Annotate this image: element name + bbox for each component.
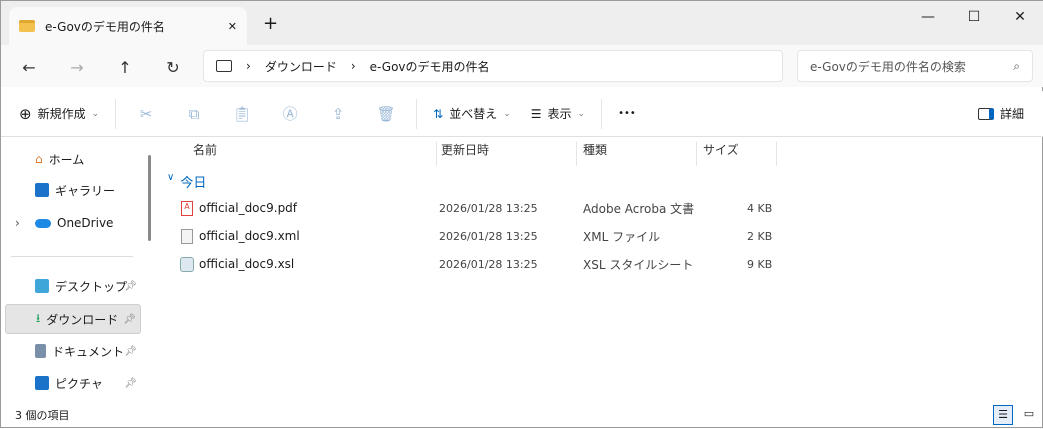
title-bar: e-Govのデモ用の件名 ✕ + — ☐ ✕ <box>1 1 1043 45</box>
back-button[interactable]: ← <box>13 53 45 81</box>
delete-icon[interactable]: 🗑︎ <box>362 105 410 123</box>
tab-current[interactable]: e-Govのデモ用の件名 ✕ <box>9 7 247 45</box>
tab-close-button[interactable]: ✕ <box>228 20 237 33</box>
chevron-down-icon: ⌄ <box>91 108 100 119</box>
sidebar-item-documents[interactable]: ドキュメント 📌︎ <box>5 336 141 366</box>
sort-button[interactable]: ⇅ 並べ替え ⌄ <box>423 98 521 130</box>
column-header-date[interactable]: 更新日時 <box>437 142 577 166</box>
chevron-right-icon[interactable]: › <box>15 216 20 230</box>
sidebar-scrollbar[interactable] <box>148 155 151 241</box>
up-button[interactable]: ↑ <box>109 53 141 81</box>
text-file-icon <box>181 228 193 244</box>
file-row[interactable]: official_doc9.xsl 2026/01/28 13:25 XSL ス… <box>177 250 797 278</box>
column-header-size[interactable]: サイズ <box>699 142 777 166</box>
search-icon: ⌕ <box>1013 58 1020 73</box>
computer-icon <box>216 60 232 72</box>
details-label: 詳細 <box>999 107 1024 121</box>
address-bar[interactable]: › ダウンロード › e-Govのデモ用の件名 <box>203 50 783 82</box>
breadcrumb-downloads[interactable]: ダウンロード <box>265 58 337 75</box>
list-view-icon: ☰ <box>530 106 542 121</box>
pin-icon: 📌︎ <box>124 377 137 389</box>
sort-label: 並べ替え <box>449 107 498 121</box>
navigation-pane: ⌂ ホーム ギャラリー › OneDrive デスクトップ 📌︎ ⭳ ダウンロード 📌︎ … <box>1 138 157 401</box>
sidebar-item-home[interactable]: ⌂ ホーム <box>5 144 141 174</box>
chevron-down-icon: ⌄ <box>503 108 511 119</box>
breadcrumb-sep: › <box>246 59 251 73</box>
cut-icon[interactable]: ✂ <box>122 105 170 123</box>
status-bar: 3 個の項目 ☰ ▭ <box>1 401 1043 429</box>
maximize-button[interactable]: ☐ <box>951 1 997 33</box>
column-header-type[interactable]: 種類 <box>579 142 697 166</box>
more-button[interactable]: ••• <box>608 98 646 130</box>
command-bar: ⊕ 新規作成 ⌄ ✂ ⧉ 📋︎ Ⓐ ⇪ 🗑︎ ⇅ 並べ替え ⌄ ☰ 表示 ⌄ •… <box>1 91 1043 137</box>
paste-icon[interactable]: 📋︎ <box>218 105 266 123</box>
sidebar-item-downloads[interactable]: ⭳ ダウンロード 📌︎ <box>5 304 141 334</box>
pictures-icon <box>35 376 49 390</box>
sidebar-item-onedrive[interactable]: › OneDrive <box>5 208 141 238</box>
breadcrumb-sep: › <box>350 59 356 73</box>
new-button[interactable]: ⊕ 新規作成 ⌄ <box>9 98 109 130</box>
search-placeholder: e-Govのデモ用の件名の検索 <box>810 59 966 74</box>
pin-icon: 📌︎ <box>123 313 136 325</box>
sidebar-item-pictures[interactable]: ピクチャ 📌︎ <box>5 368 141 398</box>
sort-icon: ⇅ <box>433 106 444 121</box>
refresh-button[interactable]: ↻ <box>157 53 189 81</box>
pdf-icon: A <box>181 200 193 216</box>
share-icon[interactable]: ⇪ <box>314 105 362 123</box>
pin-icon: 📌︎ <box>124 280 137 292</box>
view-label: 表示 <box>547 107 572 121</box>
details-pane-icon <box>977 107 994 120</box>
tab-title: e-Govのデモ用の件名 <box>45 19 165 34</box>
desktop-icon <box>35 279 49 293</box>
details-view-button[interactable]: ☰ <box>993 405 1013 425</box>
gallery-icon <box>35 183 49 197</box>
file-list: 名前 更新日時 種類 サイズ ∨ 今日 A official_doc9.pdf 2… <box>157 138 1043 401</box>
divider <box>11 256 133 257</box>
chevron-down-icon: ⌄ <box>577 108 586 119</box>
new-label: 新規作成 <box>37 107 86 121</box>
tiles-view-button[interactable]: ▭ <box>1019 405 1039 425</box>
folder-icon <box>19 20 35 32</box>
copy-icon[interactable]: ⧉ <box>170 105 218 123</box>
pin-icon: 📌︎ <box>124 345 137 357</box>
details-button[interactable]: 詳細 <box>968 98 1034 130</box>
rename-icon[interactable]: Ⓐ <box>266 103 314 124</box>
item-count: 3 個の項目 <box>15 409 70 422</box>
column-header-name[interactable]: 名前 <box>189 142 437 166</box>
address-row: ← → ↑ ↻ › ダウンロード › e-Govのデモ用の件名 e-Govのデモ… <box>1 45 1043 87</box>
xsl-file-icon <box>180 256 194 272</box>
close-button[interactable]: ✕ <box>997 1 1043 33</box>
new-tab-button[interactable]: + <box>263 13 278 34</box>
document-icon <box>35 344 46 358</box>
forward-button[interactable]: → <box>61 53 93 81</box>
file-row[interactable]: official_doc9.xml 2026/01/28 13:25 XML フ… <box>177 222 797 250</box>
sidebar-item-desktop[interactable]: デスクトップ 📌︎ <box>5 271 141 301</box>
breadcrumb-folder[interactable]: e-Govのデモ用の件名 <box>370 58 490 75</box>
sidebar-item-gallery[interactable]: ギャラリー <box>5 175 141 205</box>
group-header-today[interactable]: ∨ 今日 <box>167 172 206 191</box>
minimize-button[interactable]: — <box>905 1 951 33</box>
view-button[interactable]: ☰ 表示 ⌄ <box>521 98 595 130</box>
cloud-icon <box>35 218 51 228</box>
download-icon: ⭳ <box>36 310 41 325</box>
search-input[interactable]: e-Govのデモ用の件名の検索 ⌕ <box>797 50 1033 82</box>
plus-circle-icon: ⊕ <box>19 104 32 123</box>
file-row[interactable]: A official_doc9.pdf 2026/01/28 13:25 Ado… <box>177 194 797 222</box>
chevron-down-icon: ∨ <box>167 172 175 183</box>
home-icon: ⌂ <box>35 152 43 166</box>
